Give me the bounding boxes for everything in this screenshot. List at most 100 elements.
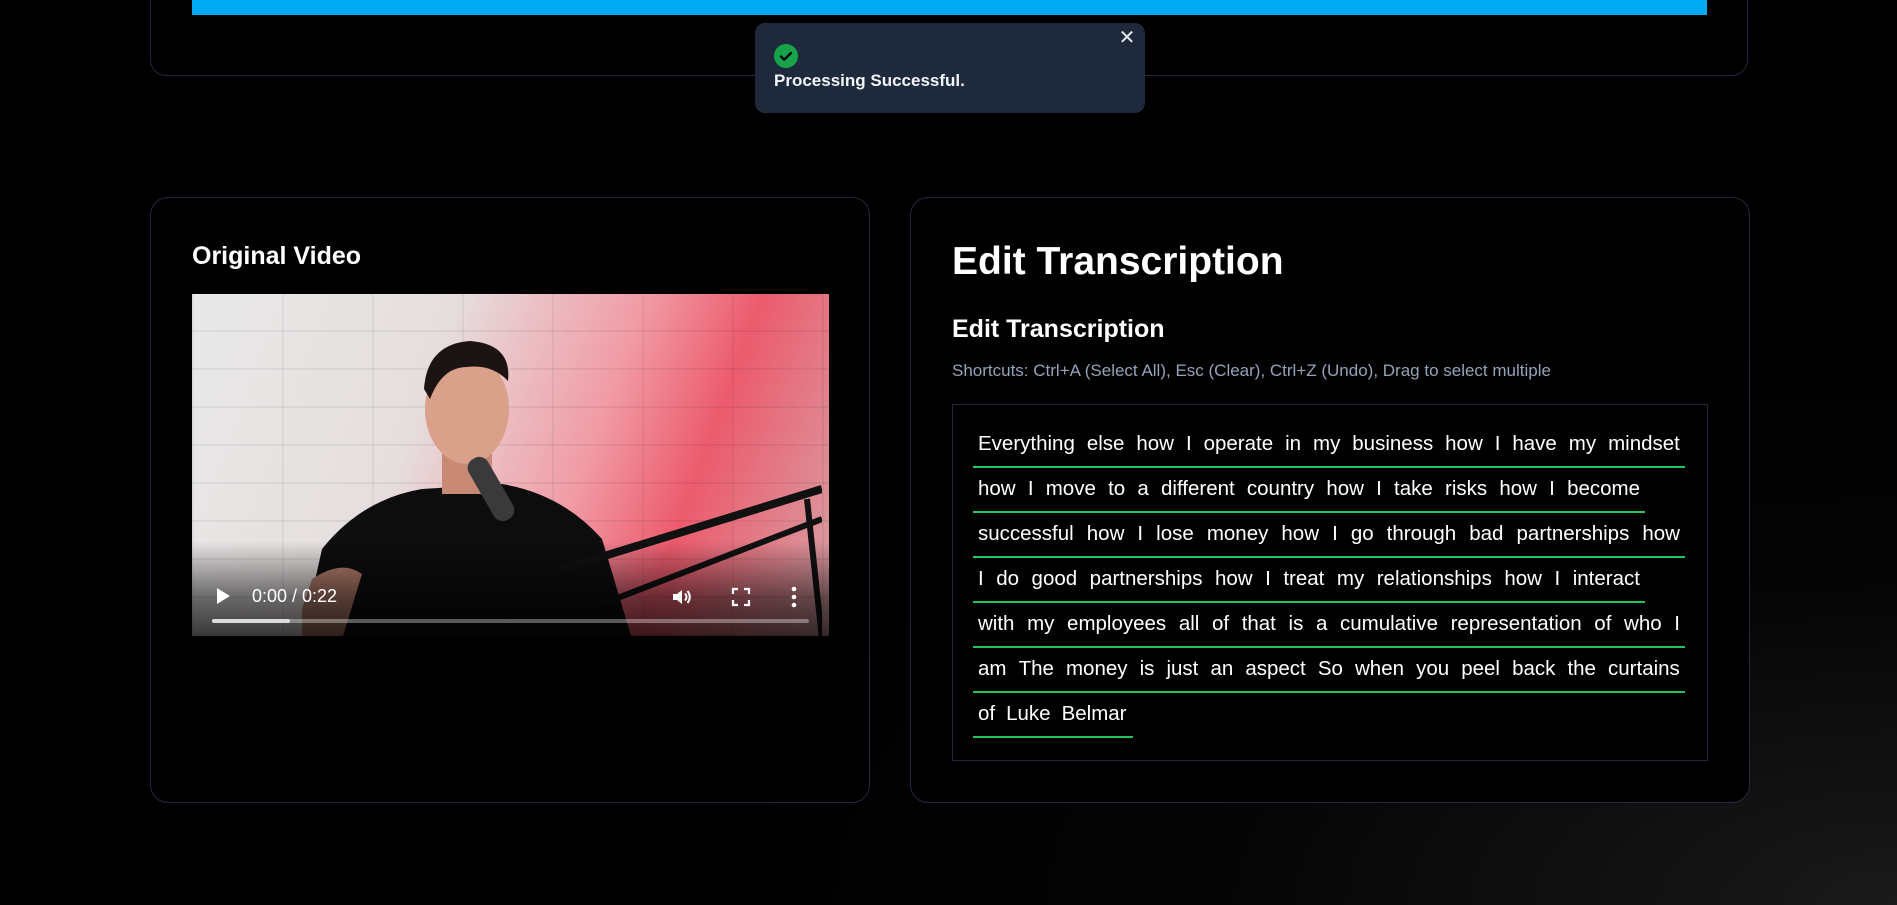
transcript-word[interactable]: bad [1469, 522, 1503, 546]
transcript-word[interactable]: lose [1156, 522, 1194, 546]
transcript-word[interactable]: do [996, 567, 1019, 591]
transcript-word[interactable]: my [1313, 432, 1340, 456]
transcript-word[interactable]: back [1512, 657, 1555, 681]
transcript-word[interactable]: money [1066, 657, 1128, 681]
transcript-word[interactable]: go [1351, 522, 1374, 546]
transcript-line: how Imove to a different country how Itake risks… [973, 468, 1645, 513]
transcript-word[interactable]: So [1318, 657, 1343, 681]
transcript-word[interactable]: in [1285, 432, 1301, 456]
transcript-word[interactable]: a [1137, 477, 1148, 501]
video-buffered-bar [212, 619, 290, 623]
transcript-word[interactable]: I [1554, 567, 1560, 591]
transcript-word[interactable]: partnerships [1517, 522, 1630, 546]
transcript-word[interactable]: risks [1445, 477, 1487, 501]
transcript-word[interactable]: with [978, 612, 1014, 636]
fullscreen-icon[interactable] [730, 586, 752, 608]
transcript-word[interactable]: interact [1573, 567, 1640, 591]
transcript-word[interactable]: I [1376, 477, 1382, 501]
transcript-word[interactable]: who [1624, 612, 1662, 636]
transcript-word[interactable]: my [1569, 432, 1596, 456]
transcript-word[interactable]: I [1186, 432, 1192, 456]
transcript-word[interactable]: Luke [1006, 702, 1050, 726]
more-options-icon[interactable] [790, 585, 798, 609]
video-player[interactable]: 0:00 / 0:22 [192, 294, 829, 636]
play-icon[interactable] [214, 586, 232, 606]
transcript-word[interactable]: I [1495, 432, 1501, 456]
transcript-word[interactable]: how [1326, 477, 1364, 501]
transcript-word[interactable]: else [1087, 432, 1125, 456]
transcript-word[interactable]: treat [1283, 567, 1324, 591]
transcript-word[interactable]: good [1032, 567, 1078, 591]
transcript-word[interactable]: through [1387, 522, 1457, 546]
transcript-word[interactable]: how [1642, 522, 1680, 546]
transcript-word[interactable]: country [1247, 477, 1314, 501]
transcript-word[interactable]: become [1567, 477, 1640, 501]
transcript-word[interactable]: Everything [978, 432, 1075, 456]
transcript-word[interactable]: money [1207, 522, 1269, 546]
transcript-word[interactable]: have [1512, 432, 1556, 456]
video-seek-bar[interactable] [212, 619, 809, 623]
transcript-word[interactable]: cumulative [1340, 612, 1438, 636]
video-time: 0:00 / 0:22 [252, 586, 338, 606]
transcript-editor[interactable]: Everything else how Ioperate in my business how… [952, 404, 1708, 761]
transcript-word[interactable]: how [978, 477, 1016, 501]
transcript-word[interactable]: you [1416, 657, 1449, 681]
transcript-word[interactable]: I [1265, 567, 1271, 591]
close-icon[interactable]: ✕ [1117, 28, 1137, 48]
transcript-line-words: Everything else how Ioperate in my business how… [978, 432, 1680, 456]
transcript-line: Everything else how Ioperate in my business how… [973, 423, 1685, 468]
transcript-word[interactable]: successful [978, 522, 1074, 546]
transcript-word[interactable]: I [1137, 522, 1143, 546]
transcript-word[interactable]: partnerships [1090, 567, 1203, 591]
transcript-word[interactable]: my [1337, 567, 1364, 591]
transcript-word[interactable]: I [1332, 522, 1338, 546]
transcript-line-words: successful how Ilose money how Igo through bad p… [978, 522, 1680, 546]
transcript-word[interactable]: aspect [1245, 657, 1305, 681]
transcript-word[interactable]: is [1289, 612, 1304, 636]
transcript-word[interactable]: different [1161, 477, 1235, 501]
transcript-word[interactable]: how [1445, 432, 1483, 456]
transcript-word[interactable]: curtains [1608, 657, 1680, 681]
transcript-word[interactable]: how [1087, 522, 1125, 546]
transcript-word[interactable]: all [1179, 612, 1200, 636]
transcript-word[interactable]: a [1316, 612, 1327, 636]
transcript-word[interactable]: of [1212, 612, 1229, 636]
transcript-word[interactable]: how [1281, 522, 1319, 546]
transcript-line: Ido good partnerships how Itreat my relationsh… [973, 558, 1645, 603]
transcript-word[interactable]: to [1108, 477, 1125, 501]
transcript-word[interactable]: I [1674, 612, 1680, 636]
transcript-word[interactable]: an [1210, 657, 1233, 681]
transcript-word[interactable]: just [1166, 657, 1198, 681]
transcript-word[interactable]: The [1019, 657, 1054, 681]
edit-transcription-card: Edit Transcription Edit Transcription Sh… [910, 197, 1750, 803]
transcript-word[interactable]: of [1594, 612, 1611, 636]
transcript-word[interactable]: peel [1461, 657, 1500, 681]
transcript-word[interactable]: take [1394, 477, 1433, 501]
transcript-word[interactable]: my [1027, 612, 1054, 636]
transcript-word[interactable]: mindset [1608, 432, 1680, 456]
transcript-line-words: how Imove to a different country how Itake risks… [978, 477, 1640, 501]
transcript-word[interactable]: business [1352, 432, 1433, 456]
transcript-word[interactable]: how [1504, 567, 1542, 591]
transcript-word[interactable]: I [978, 567, 984, 591]
transcript-word[interactable]: I [1028, 477, 1034, 501]
transcript-word[interactable]: how [1499, 477, 1537, 501]
transcript-word[interactable]: operate [1204, 432, 1274, 456]
transcript-word[interactable]: of [978, 702, 995, 726]
transcript-word[interactable]: that [1242, 612, 1276, 636]
transcript-line: successful how Ilose money how Igo through bad p… [973, 513, 1685, 558]
transcript-word[interactable]: representation [1451, 612, 1582, 636]
transcript-word[interactable]: Belmar [1062, 702, 1127, 726]
transcript-word[interactable]: the [1567, 657, 1596, 681]
volume-icon[interactable] [670, 585, 694, 609]
transcript-word[interactable]: employees [1067, 612, 1166, 636]
transcript-word[interactable]: am [978, 657, 1006, 681]
transcript-word[interactable]: how [1215, 567, 1253, 591]
transcript-word[interactable]: is [1140, 657, 1155, 681]
transcript-line: am The money is just an aspect So when you peel bac… [973, 648, 1685, 693]
transcript-word[interactable]: move [1046, 477, 1096, 501]
transcript-word[interactable]: how [1136, 432, 1174, 456]
transcript-word[interactable]: when [1355, 657, 1404, 681]
transcript-word[interactable]: relationships [1377, 567, 1492, 591]
transcript-word[interactable]: I [1549, 477, 1555, 501]
